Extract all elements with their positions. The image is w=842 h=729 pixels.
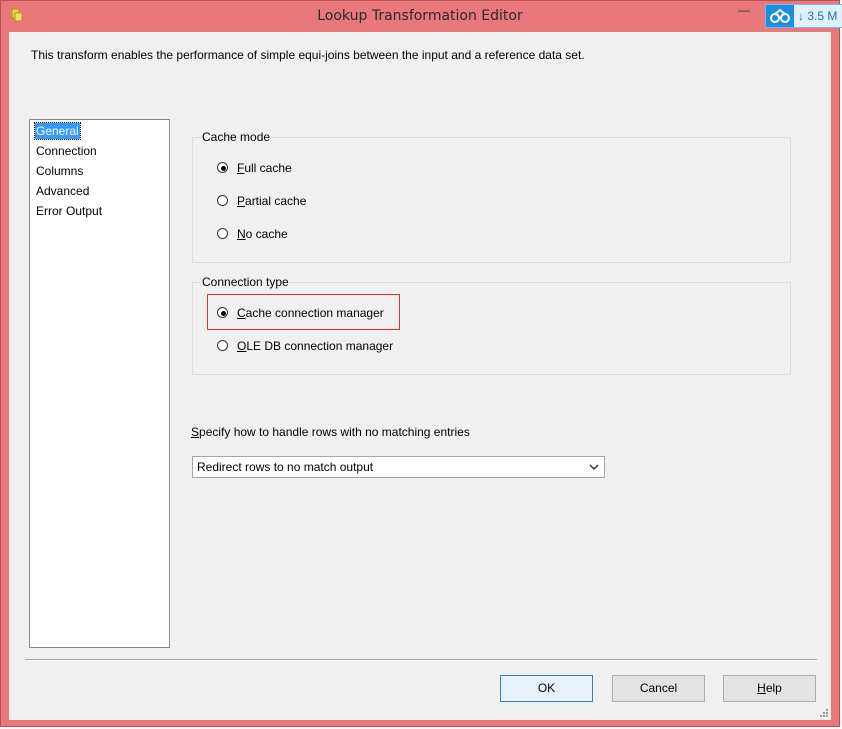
help-button[interactable]: Help bbox=[723, 675, 816, 702]
radio-button[interactable] bbox=[217, 340, 228, 351]
window-title: Lookup Transformation Editor bbox=[317, 8, 523, 24]
nav-item-connection[interactable]: Connection bbox=[35, 143, 98, 159]
radio-button[interactable] bbox=[217, 162, 228, 173]
cache-mode-group: Cache mode Full cache Partial cache No c… bbox=[192, 130, 791, 263]
button-area-separator bbox=[25, 659, 817, 661]
download-speed-text: ↓ 3.5 M bbox=[798, 9, 838, 23]
page-navigation-list[interactable]: General Connection Columns Advanced Erro… bbox=[29, 119, 170, 648]
connection-type-title: Connection type bbox=[201, 275, 290, 289]
dialog-window: Lookup Transformation Editor — ↓ 3.5 M T… bbox=[0, 0, 842, 727]
no-match-handling-dropdown[interactable]: Redirect rows to no match output bbox=[192, 456, 605, 478]
ole-db-connection-manager-label: OLE DB connection manager bbox=[237, 339, 394, 353]
download-speed-badge[interactable]: ↓ 3.5 M bbox=[765, 4, 842, 28]
resize-grip-icon[interactable] bbox=[819, 708, 829, 718]
radio-button[interactable] bbox=[217, 195, 228, 206]
no-cache-label: No cache bbox=[237, 227, 288, 241]
dialog-client-area: This transform enables the performance o… bbox=[9, 32, 831, 720]
nav-item-columns[interactable]: Columns bbox=[35, 163, 84, 179]
title-bar[interactable]: Lookup Transformation Editor — ↓ 3.5 M bbox=[1, 1, 842, 32]
partial-cache-label: Partial cache bbox=[237, 194, 307, 208]
cache-mode-title: Cache mode bbox=[201, 130, 272, 144]
radio-button[interactable] bbox=[217, 228, 228, 239]
chevron-down-icon[interactable] bbox=[589, 463, 599, 471]
nav-item-advanced[interactable]: Advanced bbox=[35, 183, 90, 199]
ok-button[interactable]: OK bbox=[500, 675, 593, 702]
cache-connection-manager-label: Cache connection manager bbox=[237, 306, 384, 320]
minimize-icon[interactable]: — bbox=[738, 4, 752, 18]
nav-item-general[interactable]: General bbox=[34, 122, 81, 140]
radio-button[interactable] bbox=[217, 307, 228, 318]
connection-type-group: Connection type Cache connection manager… bbox=[192, 275, 791, 375]
no-match-handling-value: Redirect rows to no match output bbox=[197, 460, 374, 474]
transform-description: This transform enables the performance o… bbox=[31, 48, 585, 62]
network-monitor-icon bbox=[766, 5, 794, 27]
cancel-button[interactable]: Cancel bbox=[612, 675, 705, 702]
full-cache-label: Full cache bbox=[237, 161, 292, 175]
nav-item-error-output[interactable]: Error Output bbox=[35, 203, 103, 219]
no-match-handling-label: Specify how to handle rows with no match… bbox=[191, 425, 470, 439]
